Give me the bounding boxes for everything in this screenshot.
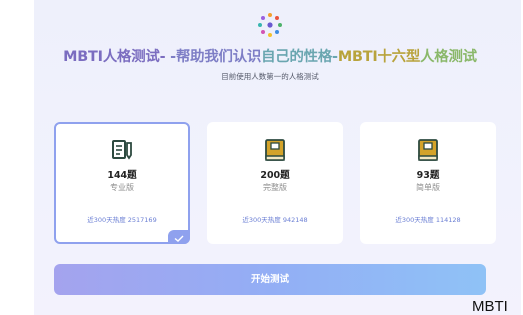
page-subtitle: 目前使用人数第一的人格测试 (221, 72, 319, 81)
title-part: MBTI人格测试- (63, 49, 166, 65)
start-test-button[interactable]: 开始测试 (54, 264, 486, 295)
question-count: 144题 (107, 170, 137, 181)
question-count: 93题 (416, 170, 440, 181)
check-icon (174, 235, 184, 242)
edition-label: 完整版 (263, 183, 287, 192)
popularity-text: 近300天热度 942148 (242, 216, 308, 224)
title-part: MBTI十六型 (337, 49, 421, 65)
colorful-dots-ring-icon (258, 13, 282, 37)
edition-label: 专业版 (110, 183, 134, 192)
test-option-card-simple[interactable]: 93题 简单版 近300天热度 114128 (360, 122, 496, 244)
popularity-text: 近300天热度 114128 (395, 216, 461, 224)
edition-label: 简单版 (416, 183, 440, 192)
corner-label: MBTI (472, 298, 508, 315)
selected-check-badge (168, 230, 190, 244)
test-option-card-complete[interactable]: 200题 完整版 近300天热度 942148 (207, 122, 343, 244)
test-option-card-professional[interactable]: 144题 专业版 近300天热度 2517169 (54, 122, 190, 244)
book-icon (418, 139, 438, 161)
question-count: 200题 (260, 170, 290, 181)
title-part: -帮助我们认识 (165, 49, 262, 65)
title-part: 人格测试 (420, 49, 477, 65)
document-pen-icon (112, 140, 132, 160)
book-icon (265, 139, 285, 161)
page-title: MBTI人格测试- -帮助我们认识自己的性格-MBTI十六型人格测试 (34, 45, 506, 66)
title-part: 自己的性格- (261, 49, 338, 65)
popularity-text: 近300天热度 2517169 (87, 216, 157, 224)
